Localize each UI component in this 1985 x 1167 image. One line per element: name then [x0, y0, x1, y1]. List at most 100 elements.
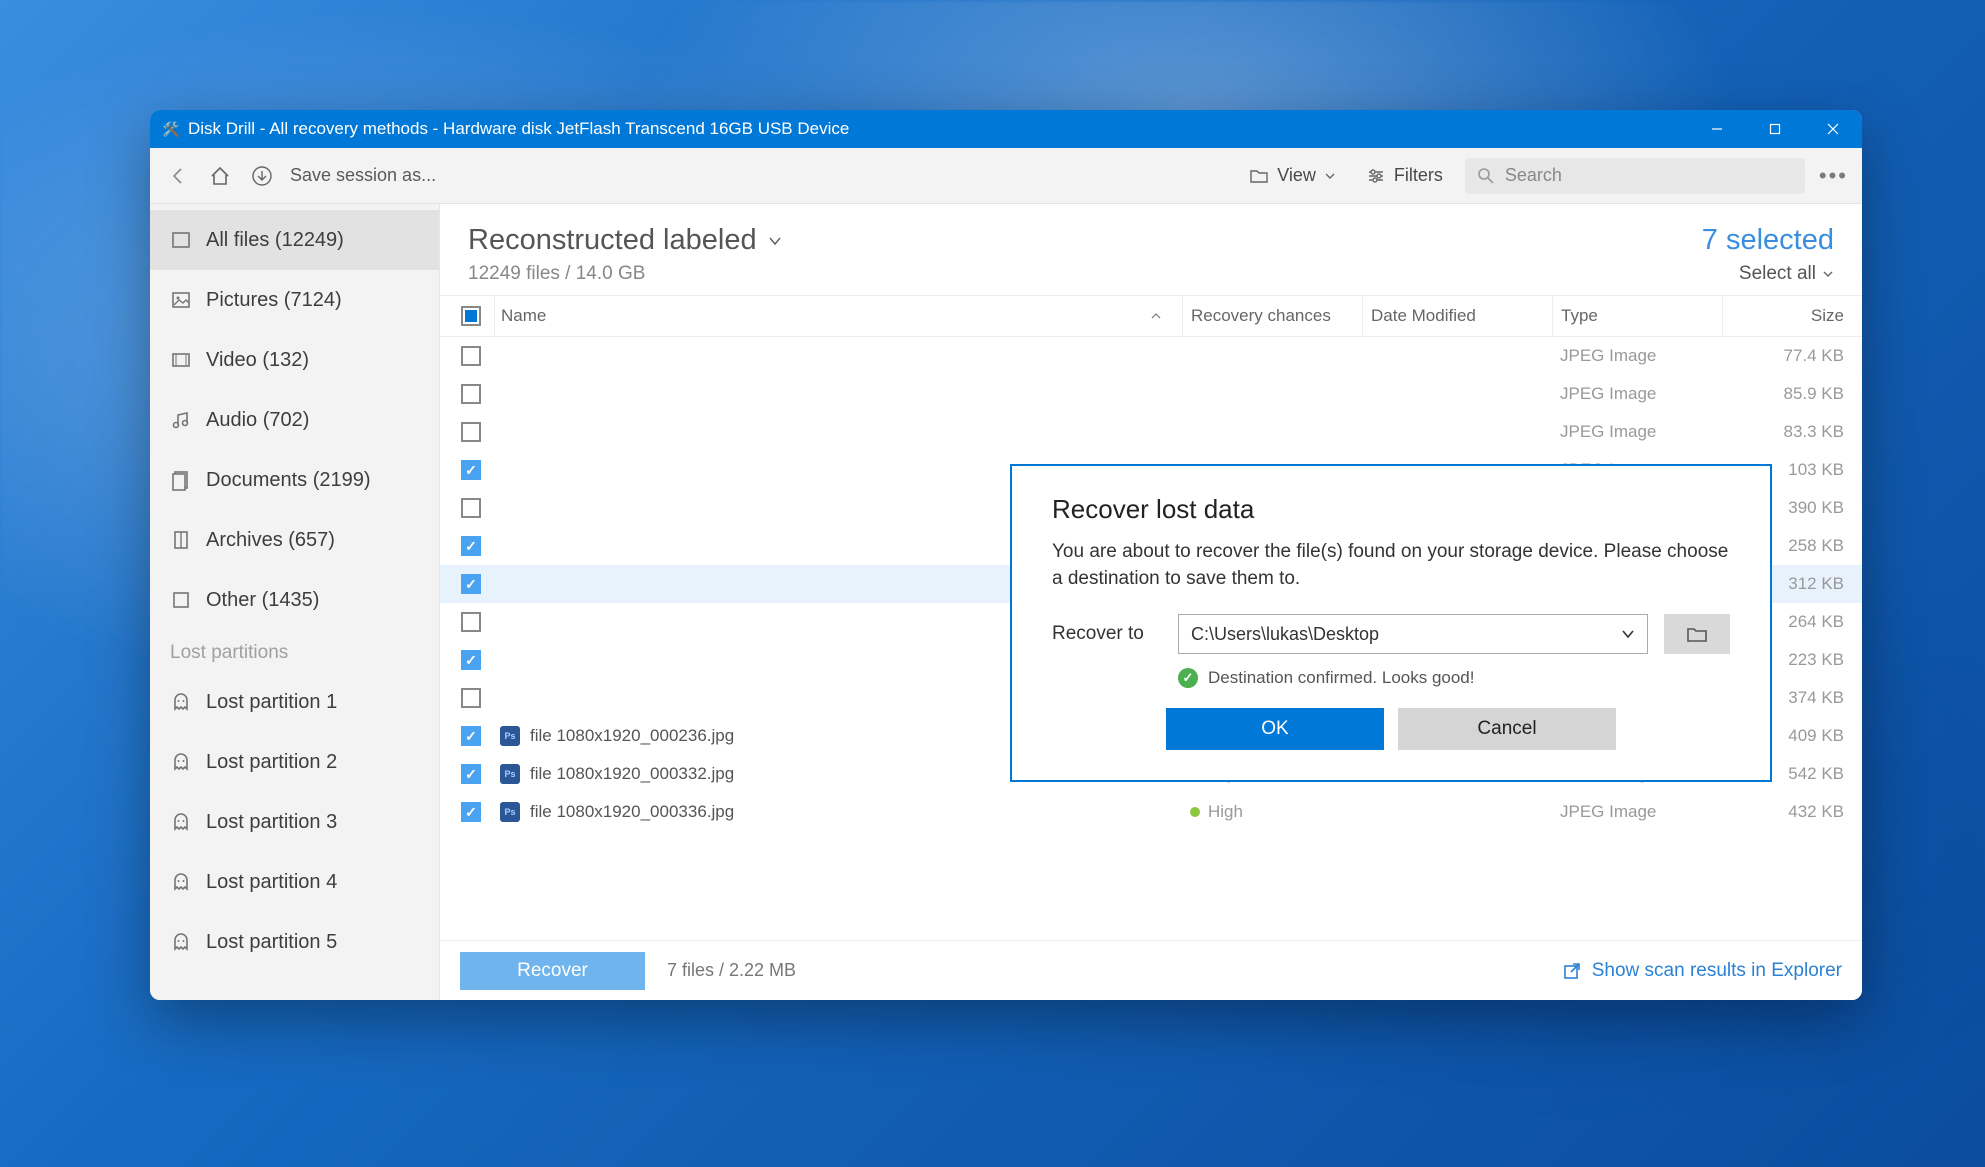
sidebar-lost-partition-3[interactable]: Lost partition 3: [150, 792, 439, 852]
chevron-down-icon: [767, 233, 783, 249]
sidebar-item-label: Lost partition 3: [206, 811, 337, 834]
sidebar-lost-partition-5[interactable]: Lost partition 5: [150, 912, 439, 972]
window-title: Disk Drill - All recovery methods - Hard…: [188, 119, 1688, 139]
home-button[interactable]: [206, 162, 234, 190]
sidebar-item-label: All files (12249): [206, 229, 344, 252]
column-type[interactable]: Type: [1552, 296, 1722, 336]
footer: Recover 7 files / 2.22 MB Show scan resu…: [440, 940, 1862, 1000]
chevron-down-icon: [1621, 627, 1635, 641]
results-title-dropdown[interactable]: Reconstructed labeled: [468, 224, 1702, 257]
row-checkbox[interactable]: [461, 384, 481, 404]
row-checkbox[interactable]: [461, 498, 481, 518]
ok-button[interactable]: OK: [1166, 708, 1384, 750]
ghost-icon: [170, 931, 192, 953]
sliders-icon: [1366, 167, 1386, 185]
minimize-button[interactable]: [1688, 110, 1746, 148]
recover-to-label: Recover to: [1052, 623, 1162, 645]
row-checkbox[interactable]: [461, 346, 481, 366]
select-all-checkbox[interactable]: [461, 306, 481, 326]
table-row[interactable]: JPEG Image77.4 KB: [440, 337, 1862, 375]
row-checkbox[interactable]: [461, 460, 481, 480]
view-dropdown[interactable]: View: [1241, 161, 1344, 190]
sidebar-item-archives[interactable]: Archives (657): [150, 510, 439, 570]
cancel-button[interactable]: Cancel: [1398, 708, 1616, 750]
sidebar-item-label: Lost partition 5: [206, 931, 337, 954]
view-label: View: [1277, 165, 1316, 186]
destination-dropdown[interactable]: C:\Users\lukas\Desktop: [1178, 614, 1648, 654]
row-checkbox[interactable]: [461, 802, 481, 822]
column-recovery[interactable]: Recovery chances: [1182, 296, 1362, 336]
sidebar-lost-partition-4[interactable]: Lost partition 4: [150, 852, 439, 912]
file-size: 432 KB: [1722, 793, 1862, 831]
row-checkbox[interactable]: [461, 536, 481, 556]
search-icon: [1477, 167, 1495, 185]
archives-icon: [170, 529, 192, 551]
app-window: 🛠️ Disk Drill - All recovery methods - H…: [150, 110, 1862, 1000]
ghost-icon: [170, 871, 192, 893]
file-type-icon: Ps: [500, 764, 520, 784]
chevron-down-icon: [1822, 268, 1834, 280]
file-size: 85.9 KB: [1722, 375, 1862, 413]
column-date[interactable]: Date Modified: [1362, 296, 1552, 336]
row-checkbox[interactable]: [461, 764, 481, 784]
file-size: 77.4 KB: [1722, 337, 1862, 375]
sidebar-item-documents[interactable]: Documents (2199): [150, 450, 439, 510]
table-row[interactable]: JPEG Image83.3 KB: [440, 413, 1862, 451]
table-row[interactable]: JPEG Image85.9 KB: [440, 375, 1862, 413]
ghost-icon: [170, 751, 192, 773]
column-name[interactable]: Name: [494, 296, 1182, 336]
lost-partitions-label: Lost partitions: [150, 630, 439, 672]
show-in-explorer-link[interactable]: Show scan results in Explorer: [1562, 960, 1842, 982]
save-session-button[interactable]: Save session as...: [290, 165, 436, 186]
sidebar-item-audio[interactable]: Audio (702): [150, 390, 439, 450]
sidebar-item-all[interactable]: All files (12249): [150, 210, 439, 270]
filters-button[interactable]: Filters: [1358, 161, 1451, 190]
dialog-body: You are about to recover the file(s) fou…: [1052, 539, 1730, 592]
row-checkbox[interactable]: [461, 422, 481, 442]
recover-dialog: Recover lost data You are about to recov…: [1010, 464, 1772, 782]
chance-dot-icon: [1190, 807, 1200, 817]
close-button[interactable]: [1804, 110, 1862, 148]
row-checkbox[interactable]: [461, 574, 481, 594]
sidebar-lost-partition-2[interactable]: Lost partition 2: [150, 732, 439, 792]
back-button[interactable]: [164, 162, 192, 190]
row-checkbox[interactable]: [461, 726, 481, 746]
all-icon: [170, 229, 192, 251]
save-icon[interactable]: [248, 162, 276, 190]
file-type: JPEG Image: [1552, 793, 1722, 831]
sidebar-lost-partition-1[interactable]: Lost partition 1: [150, 672, 439, 732]
more-button[interactable]: •••: [1819, 163, 1848, 189]
video-icon: [170, 349, 192, 371]
other-icon: [170, 589, 192, 611]
sidebar-item-pictures[interactable]: Pictures (7124): [150, 270, 439, 330]
recover-button[interactable]: Recover: [460, 952, 645, 990]
sidebar-item-label: Lost partition 1: [206, 691, 337, 714]
file-type-icon: Ps: [500, 802, 520, 822]
row-checkbox[interactable]: [461, 612, 481, 632]
sidebar-item-video[interactable]: Video (132): [150, 330, 439, 390]
sidebar-item-label: Pictures (7124): [206, 289, 342, 312]
row-checkbox[interactable]: [461, 650, 481, 670]
recovery-chance: High: [1208, 802, 1243, 822]
file-type: JPEG Image: [1552, 413, 1722, 451]
results-subtitle: 12249 files / 14.0 GB: [468, 263, 1702, 285]
search-input[interactable]: Search: [1465, 158, 1805, 194]
file-size: 83.3 KB: [1722, 413, 1862, 451]
sidebar-item-label: Video (132): [206, 349, 309, 372]
browse-button[interactable]: [1664, 614, 1730, 654]
sidebar-item-other[interactable]: Other (1435): [150, 570, 439, 630]
table-row[interactable]: Psfile 1080x1920_000336.jpgHighJPEG Imag…: [440, 793, 1862, 831]
documents-icon: [170, 469, 192, 491]
maximize-button[interactable]: [1746, 110, 1804, 148]
select-all-dropdown[interactable]: Select all: [1702, 263, 1834, 285]
file-type: JPEG Image: [1552, 337, 1722, 375]
column-size[interactable]: Size: [1722, 296, 1862, 336]
sidebar-item-label: Archives (657): [206, 529, 335, 552]
folder-icon: [1249, 167, 1269, 185]
file-name: file 1080x1920_000236.jpg: [530, 726, 734, 746]
ghost-icon: [170, 691, 192, 713]
app-icon: 🛠️: [162, 120, 180, 138]
row-checkbox[interactable]: [461, 688, 481, 708]
pictures-icon: [170, 289, 192, 311]
sidebar-item-label: Lost partition 2: [206, 751, 337, 774]
